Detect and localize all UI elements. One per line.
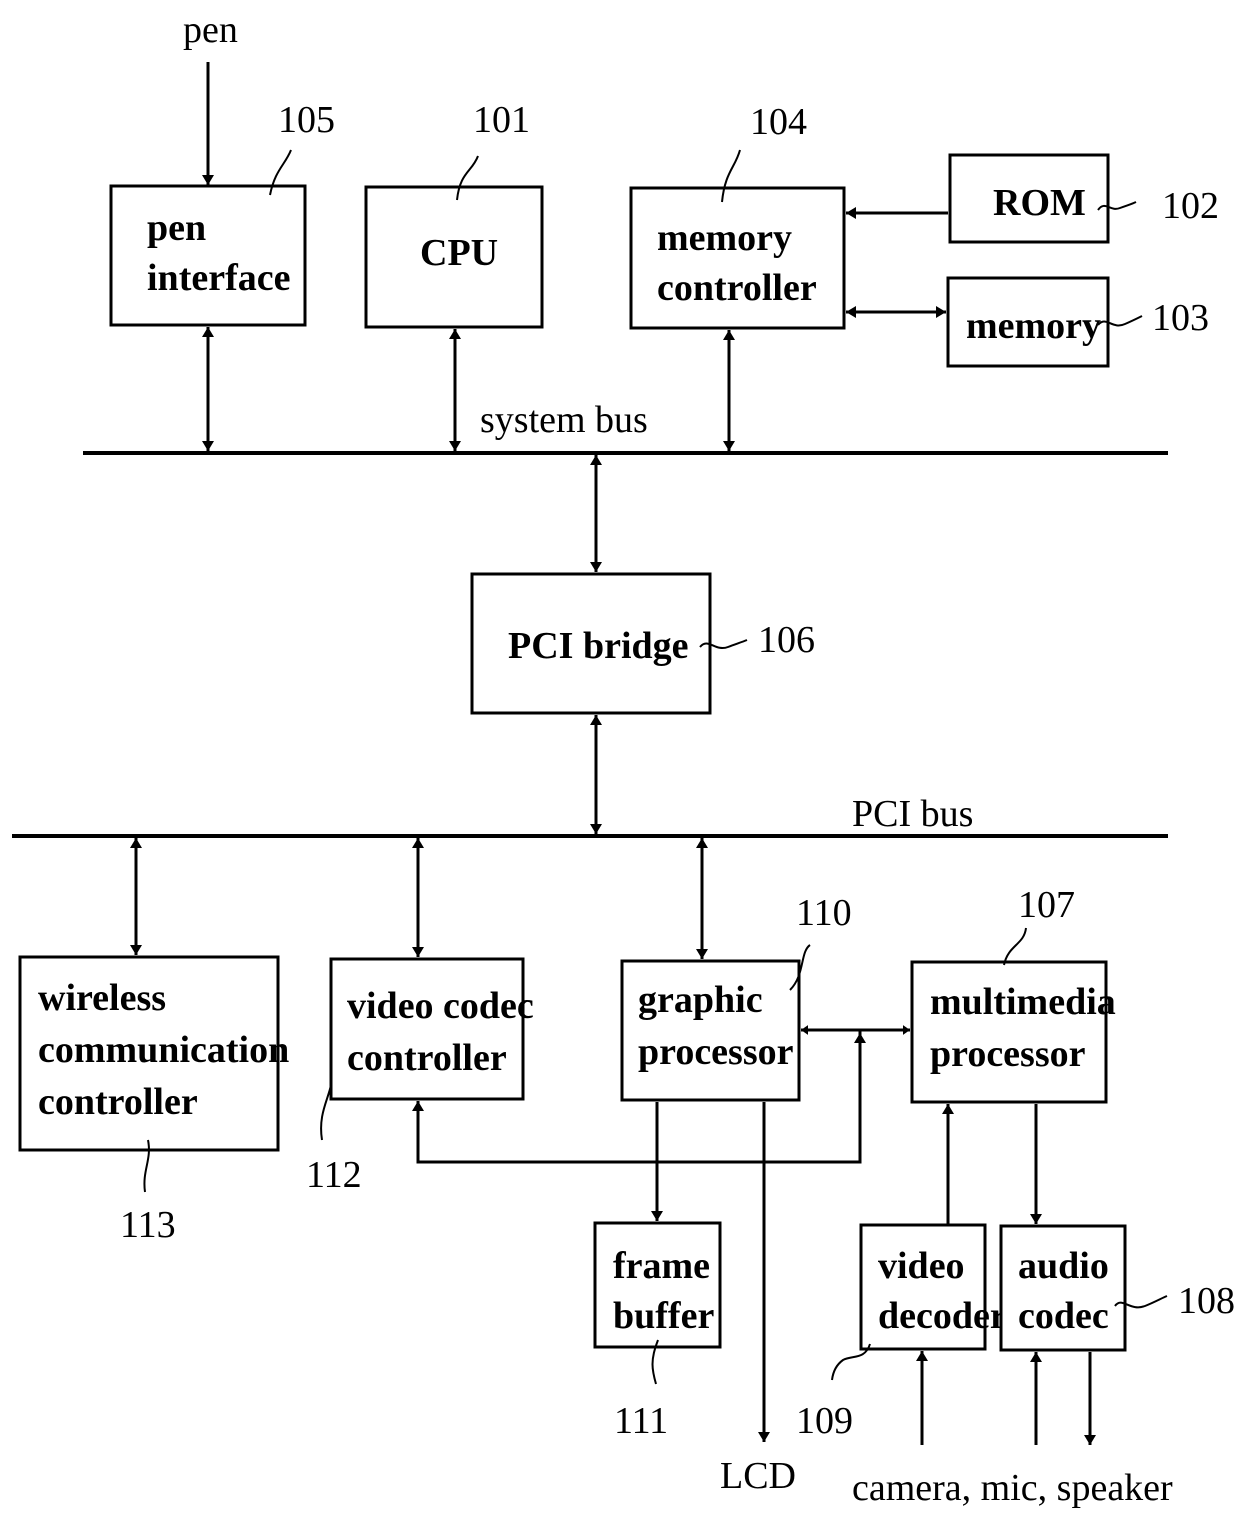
memory-controller-block: memory controller (629, 186, 846, 330)
cpu-block: CPU (364, 185, 544, 329)
pen-interface-label-line1: pen (147, 207, 206, 249)
pci-bridge-block: PCI bridge (470, 572, 712, 715)
rom-label: ROM (993, 182, 1086, 224)
video-decoder-ref: 109 (796, 1400, 853, 1442)
memory-ref: 103 (1152, 297, 1209, 339)
block-diagram: system bus PCI bus pen pen interface 105… (12, 9, 1235, 1509)
frame-buffer-ref: 111 (614, 1400, 668, 1442)
pen-interface-ref: 105 (278, 99, 335, 141)
multimedia-processor-leader (1003, 927, 1027, 966)
audio-codec-label-line1: audio (1018, 1245, 1109, 1287)
wireless-label-line3: controller (38, 1081, 198, 1123)
memory-controller-ref: 104 (750, 101, 807, 143)
frame-buffer-block: frame buffer (593, 1221, 722, 1349)
pci-bridge-ref: 106 (758, 619, 815, 661)
audio-codec-block: audio codec (999, 1224, 1127, 1352)
multimedia-processor-block: multimedia processor (910, 960, 1116, 1104)
wireless-ref: 113 (120, 1204, 176, 1246)
wireless-label-line1: wireless (38, 977, 166, 1019)
frame-buffer-label-line1: frame (613, 1245, 710, 1287)
memory-label: memory (966, 305, 1101, 347)
video-codec-leader (320, 1084, 332, 1141)
video-codec-controller-block: video codec controller (329, 957, 534, 1101)
cpu-ref: 101 (473, 99, 530, 141)
wireless-label-line2: communication (38, 1029, 289, 1071)
multimedia-processor-ref: 107 (1018, 884, 1075, 926)
cpu-label: CPU (420, 232, 498, 274)
pen-input-label: pen (183, 9, 238, 51)
multimedia-processor-label-line2: processor (930, 1033, 1086, 1075)
pen-interface-block: pen interface (109, 184, 307, 327)
pci-bus-label: PCI bus (852, 793, 973, 835)
video-codec-label-line2: controller (347, 1037, 507, 1079)
rom-block: ROM (948, 153, 1110, 244)
video-codec-label-line1: video codec (347, 985, 534, 1027)
memory-block: memory (946, 276, 1110, 368)
graphic-processor-ref: 110 (796, 892, 852, 934)
memory-controller-label-line2: controller (657, 267, 817, 309)
graphic-processor-block: graphic processor (620, 959, 801, 1102)
rom-ref: 102 (1162, 185, 1219, 227)
audio-codec-ref: 108 (1178, 1280, 1235, 1322)
video-decoder-block: video decoder (859, 1223, 1007, 1351)
pci-bridge-label: PCI bridge (508, 625, 689, 667)
video-codec-ref: 112 (306, 1154, 362, 1196)
graphic-processor-label-line2: processor (638, 1031, 794, 1073)
system-bus-label: system bus (480, 399, 648, 441)
frame-buffer-label-line2: buffer (613, 1295, 714, 1337)
pen-interface-label-line2: interface (147, 257, 290, 299)
memory-controller-label-line1: memory (657, 217, 792, 259)
wireless-communication-controller-block: wireless communication controller (18, 955, 289, 1152)
audio-codec-label-line2: codec (1018, 1295, 1109, 1337)
video-decoder-label-line2: decoder (878, 1295, 1007, 1337)
lcd-label: LCD (720, 1455, 796, 1497)
video-decoder-label-line1: video (878, 1245, 965, 1287)
graphic-processor-label-line1: graphic (638, 979, 763, 1021)
av-io-label: camera, mic, speaker (852, 1467, 1173, 1509)
multimedia-processor-label-line1: multimedia (930, 981, 1116, 1023)
